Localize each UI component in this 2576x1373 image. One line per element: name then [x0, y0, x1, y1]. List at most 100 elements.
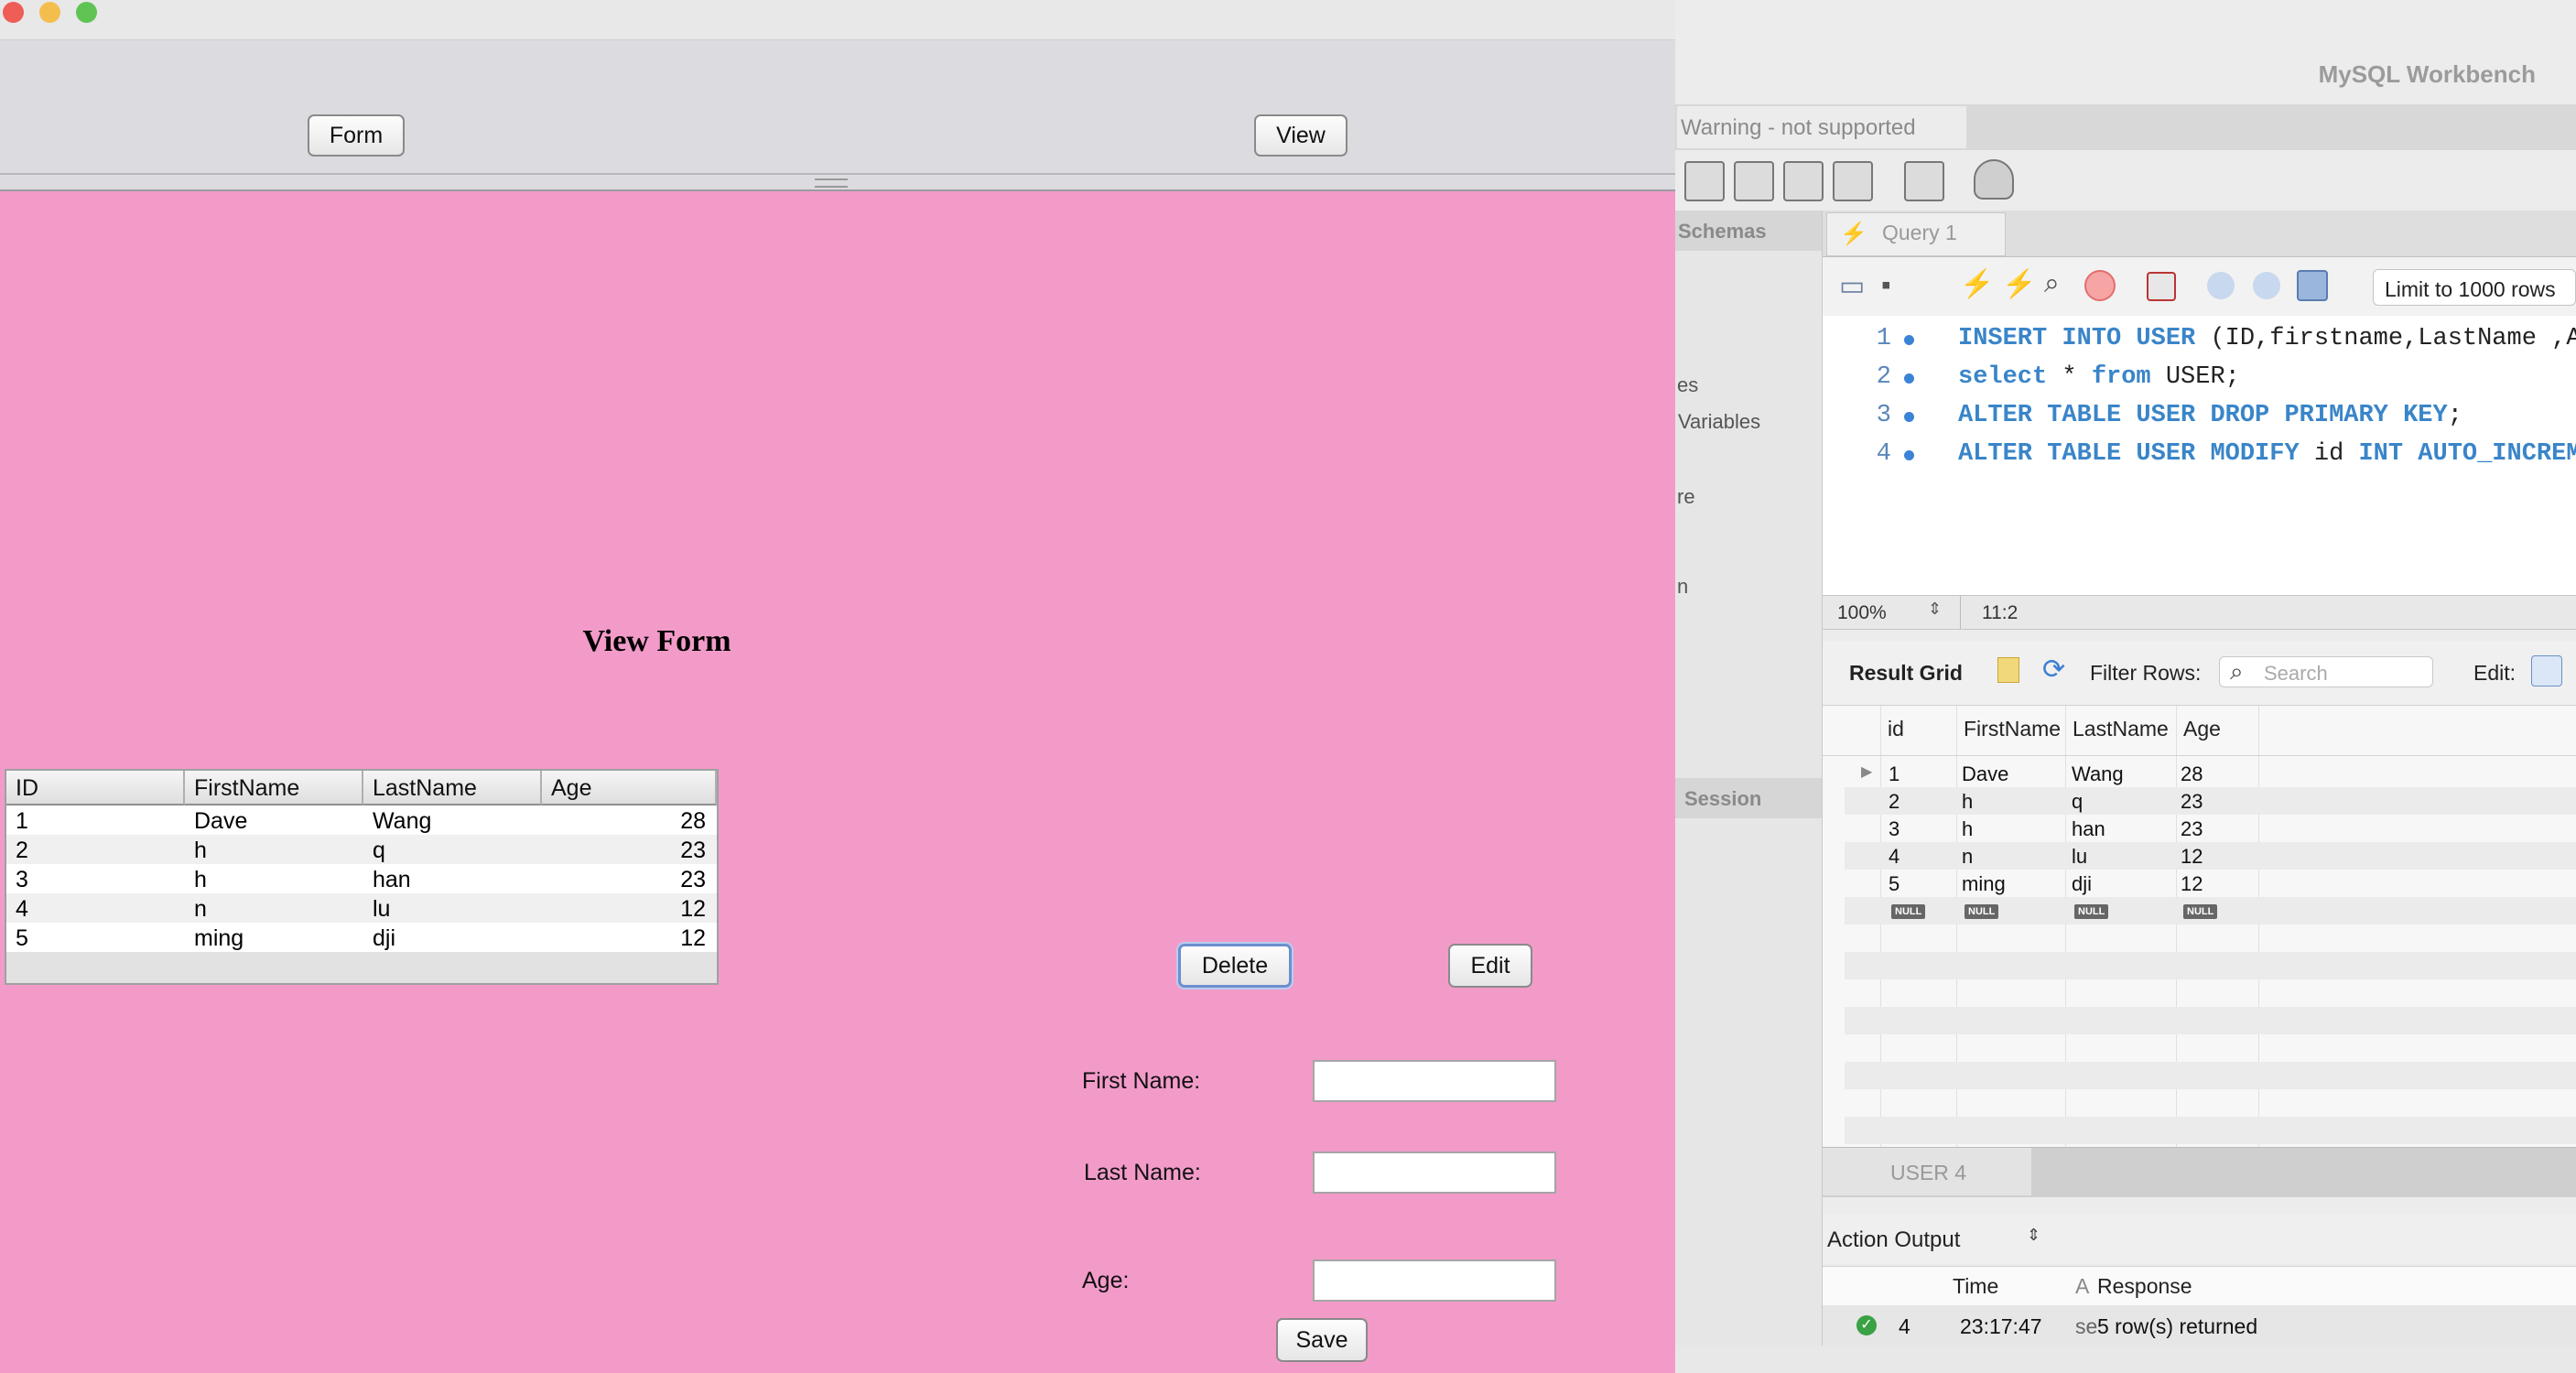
main-toolbar — [1675, 150, 2576, 211]
table-row[interactable]: 5 ming dji 12 — [6, 923, 717, 952]
grid-view-icon[interactable] — [1997, 657, 2019, 683]
commit-icon[interactable] — [2207, 272, 2235, 299]
output-header-action[interactable]: A — [2075, 1274, 2089, 1299]
column-header-firstname[interactable]: FirstName — [185, 771, 363, 805]
output-header-time[interactable]: Time — [1953, 1274, 1998, 1299]
sql-line: select * from USER; — [1958, 363, 2240, 391]
edit-pencil-icon[interactable] — [2531, 655, 2562, 686]
output-row[interactable]: ✓ 4 23:17:47 se 5 row(s) returned — [1823, 1305, 2576, 1346]
grid-row[interactable]: 5 ming dji 12 — [1823, 870, 2576, 897]
minimize-window-icon[interactable] — [39, 2, 60, 23]
grid-new-row[interactable]: NULL NULL NULL NULL — [1823, 897, 2576, 924]
close-window-icon[interactable] — [3, 2, 24, 23]
save-icon[interactable]: ▪ — [1881, 270, 1891, 301]
cursor-position: 11:2 — [1982, 602, 2019, 623]
current-row-arrow-icon: ▶ — [1861, 764, 1873, 780]
table-row[interactable]: 3 h han 23 — [6, 864, 717, 893]
sidebar-item-variables[interactable]: Variables — [1678, 410, 1760, 434]
result-grid-label[interactable]: Result Grid — [1849, 661, 1963, 686]
edit-button[interactable]: Edit — [1448, 944, 1532, 988]
table-row[interactable]: 4 n lu 12 — [6, 893, 717, 923]
sql-text: USER; — [2150, 363, 2240, 391]
age-field[interactable] — [1313, 1259, 1556, 1302]
open-sql-icon[interactable] — [1734, 161, 1774, 201]
create-table-icon[interactable] — [1833, 161, 1873, 201]
grid-row-stripe — [1845, 952, 2576, 979]
sql-text: (ID,firstname,LastName ,Ag — [2195, 325, 2576, 352]
sql-keyword: ALTER TABLE USER MODIFY — [1958, 440, 2300, 468]
grid-row[interactable]: 4 n lu 12 — [1823, 842, 2576, 870]
cell-firstname: ming — [194, 925, 244, 951]
cell-firstname: h — [194, 867, 207, 892]
output-table-header: Time A Response — [1823, 1266, 2576, 1306]
output-row-number: 4 — [1899, 1314, 1910, 1338]
delete-button[interactable]: Delete — [1178, 944, 1292, 988]
limit-rows-select[interactable]: Limit to 1000 rows — [2373, 269, 2576, 306]
grid-cell-age: 23 — [2181, 817, 2203, 840]
zoom-window-icon[interactable] — [76, 2, 97, 23]
cell-id: 1 — [16, 808, 28, 834]
grid-header-lastname[interactable]: LastName — [2065, 706, 2169, 751]
output-header-response[interactable]: Response — [2097, 1274, 2192, 1299]
grid-header-age[interactable]: Age — [2176, 706, 2221, 751]
tab-user-4[interactable]: USER 4 — [1823, 1148, 2031, 1195]
execute-icon[interactable]: ⚡ — [1960, 268, 1994, 300]
grid-row-stripe — [1845, 1117, 2576, 1144]
column-header-id[interactable]: ID — [6, 771, 185, 805]
inspector-icon[interactable] — [1904, 161, 1944, 201]
sql-keyword: from — [2091, 363, 2151, 391]
execute-current-icon[interactable]: ⚡ — [2002, 268, 2036, 300]
divider-grip[interactable] — [815, 178, 848, 188]
statement-marker-icon — [1904, 412, 1914, 422]
open-folder-icon[interactable]: ▭ — [1839, 270, 1865, 302]
first-name-field[interactable] — [1313, 1060, 1556, 1102]
grid-row[interactable]: 3 h han 23 — [1823, 815, 2576, 842]
sql-keyword: select — [1958, 363, 2048, 391]
cell-lastname: han — [373, 867, 411, 892]
tab-query-1[interactable]: ⚡ Query 1 — [1826, 212, 2006, 256]
reconnect-database-icon[interactable] — [1974, 159, 2014, 200]
create-schema-icon[interactable] — [1783, 161, 1824, 201]
grid-cell-lastname: lu — [2072, 845, 2088, 868]
explain-icon[interactable]: ⌕ — [2044, 268, 2060, 299]
rollback-icon[interactable] — [2253, 272, 2280, 299]
zoom-stepper-icon[interactable]: ⇕ — [1928, 600, 1942, 619]
column-header-lastname[interactable]: LastName — [363, 771, 542, 805]
toggle-error-icon[interactable] — [2147, 272, 2176, 301]
line-number: 2 — [1876, 363, 1891, 391]
view-button[interactable]: View — [1254, 114, 1348, 157]
grid-cell-age: 12 — [2181, 845, 2203, 868]
age-label: Age: — [1082, 1268, 1130, 1293]
new-query-icon[interactable] — [1684, 161, 1725, 201]
table-row[interactable]: 2 h q 23 — [6, 835, 717, 864]
grid-row[interactable]: 2 h q 23 — [1823, 787, 2576, 815]
schemas-header[interactable]: Schemas — [1675, 211, 1822, 251]
stop-icon[interactable] — [2084, 270, 2116, 301]
column-header-age[interactable]: Age — [542, 771, 717, 805]
sidebar-fragment: re — [1677, 485, 1695, 508]
zoom-level[interactable]: 100% — [1837, 602, 1887, 624]
session-header[interactable]: Session — [1675, 778, 1822, 818]
sql-text: * — [2047, 363, 2092, 391]
cell-age: 23 — [680, 838, 706, 863]
cell-lastname: q — [373, 838, 385, 863]
refresh-icon[interactable]: ⟳ — [2042, 654, 2065, 686]
autocommit-icon[interactable] — [2297, 270, 2328, 301]
grid-cell-id: 4 — [1889, 845, 1900, 868]
select-stepper-icon[interactable]: ⇕ — [2027, 1226, 2040, 1245]
grid-header-firstname[interactable]: FirstName — [1956, 706, 2061, 751]
grid-row[interactable]: ▶ 1 Dave Wang 28 — [1823, 760, 2576, 787]
null-badge: NULL — [2074, 904, 2109, 919]
filter-search-input[interactable]: Search — [2219, 656, 2433, 687]
last-name-field[interactable] — [1313, 1151, 1556, 1194]
connection-tab[interactable]: Warning - not supported — [1677, 106, 1966, 148]
form-button[interactable]: Form — [308, 114, 405, 157]
action-output-header: Action Output ⇕ — [1823, 1215, 2576, 1264]
sql-keyword: INSERT INTO USER — [1958, 325, 2196, 352]
first-name-label: First Name: — [1082, 1068, 1201, 1094]
action-output-select[interactable]: Action Output — [1827, 1227, 1960, 1253]
cell-age: 12 — [680, 925, 706, 951]
save-button[interactable]: Save — [1276, 1318, 1368, 1362]
grid-header-id[interactable]: id — [1880, 706, 1904, 751]
table-row[interactable]: 1 Dave Wang 28 — [6, 805, 717, 835]
